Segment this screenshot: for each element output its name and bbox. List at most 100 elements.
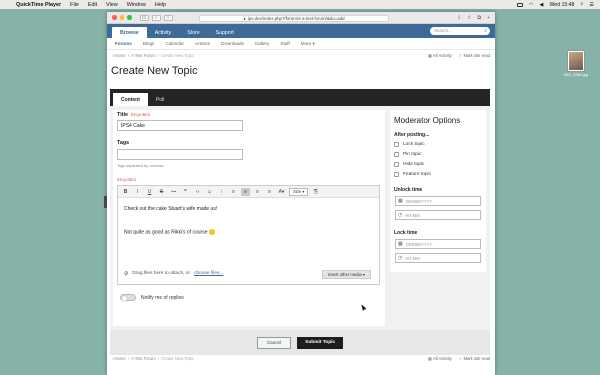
site-tab-support[interactable]: Support (208, 27, 242, 38)
notify-replies-row: Notify me of replies (120, 294, 184, 301)
search-icon[interactable]: ⌕ (580, 1, 583, 8)
bold-icon[interactable]: B (121, 188, 130, 196)
site-tab-store[interactable]: Store (179, 27, 207, 38)
breadcrumb-home[interactable]: Home (115, 356, 126, 361)
battery-icon[interactable] (516, 2, 523, 7)
lock-time-input[interactable]: ◷ HH:MM (395, 253, 481, 263)
wifi-icon[interactable]: ◠ (529, 2, 534, 8)
all-activity-link[interactable]: ▦ All Activity (428, 53, 452, 58)
breadcrumb-forum[interactable]: A Test Forum (131, 356, 156, 361)
pin-topic-option[interactable]: Pin topic (394, 152, 421, 157)
breadcrumb-forum[interactable]: A Test Forum (131, 53, 156, 58)
numbered-list-icon[interactable]: ≡ (229, 188, 238, 196)
insert-other-media-button[interactable]: Insert other media ▾ (321, 270, 371, 279)
after-posting-label: After posting... (394, 132, 430, 138)
cancel-button[interactable]: Cancel (256, 336, 292, 349)
site-tab-browse[interactable]: Browse (112, 27, 147, 38)
new-tab-icon[interactable]: + (487, 15, 490, 21)
lock-date-placeholder: DD/MM/YYYY (405, 241, 433, 247)
bulleted-list-icon[interactable]: ⁝ (217, 188, 226, 196)
breadcrumb-footer: ⌂ Home › A Test Forum › Create New Topic… (107, 353, 495, 364)
submit-topic-button[interactable]: Submit Topic (297, 336, 344, 349)
align-center-icon[interactable]: ≡ (253, 188, 262, 196)
clock-icon: ◷ (398, 255, 403, 261)
menubar-help[interactable]: Help (155, 2, 166, 8)
subnav-articles[interactable]: Articles (195, 41, 210, 46)
subnav-forums[interactable]: Forums (115, 41, 132, 46)
subnav-blogs[interactable]: Blogs (143, 41, 155, 46)
align-left-icon[interactable]: ≡ (241, 187, 250, 196)
underline-icon[interactable]: U (145, 188, 154, 196)
italic-icon[interactable]: I (133, 188, 142, 196)
tags-hint: Tags separated by commas. (117, 164, 165, 168)
source-icon[interactable]: ⎘ (311, 188, 320, 196)
all-activity-link[interactable]: ▦ All Activity (428, 356, 452, 361)
menubar-app-name[interactable]: QuickTime Player (16, 2, 61, 8)
title-input[interactable]: IPS4 Cake (117, 120, 243, 131)
lock-topic-checkbox[interactable] (394, 142, 399, 147)
hide-topic-checkbox[interactable] (394, 162, 399, 167)
forward-button[interactable]: › (163, 14, 173, 21)
lock-icon: ● (243, 15, 246, 21)
wink-emoji-icon (208, 229, 215, 235)
tags-input[interactable] (117, 149, 243, 160)
menu-list-icon[interactable]: ☰ (589, 2, 594, 8)
pin-topic-checkbox[interactable] (394, 152, 399, 157)
menubar-file[interactable]: File (70, 2, 79, 8)
sidebar-icon[interactable]: ▭ (139, 14, 149, 21)
site-search-input[interactable]: Search... ⌕ (430, 26, 490, 35)
unlock-time-placeholder: HH:MM (405, 212, 420, 218)
page-title: Create New Topic (111, 65, 198, 77)
subnav-staff[interactable]: Staff (280, 41, 289, 46)
menubar-window[interactable]: Window (127, 2, 146, 8)
menubar-edit[interactable]: Edit (88, 2, 97, 8)
minimize-window-button[interactable] (119, 15, 124, 20)
feature-topic-option[interactable]: Feature topic (394, 172, 431, 177)
link-icon[interactable]: ⊶ (169, 188, 178, 196)
desktop-file[interactable]: IMG_3364.jpg (560, 51, 592, 77)
menubar-view[interactable]: View (106, 2, 118, 8)
notify-toggle[interactable] (120, 294, 136, 301)
text-color-icon[interactable]: A▾ (277, 188, 286, 196)
strikethrough-icon[interactable]: S (157, 188, 166, 196)
editor-content[interactable]: Check out the cake Stuart's wife made us… (118, 198, 379, 243)
subnav-more[interactable]: More ▾ (301, 41, 315, 47)
subnav-gallery[interactable]: Gallery (255, 41, 270, 46)
code-icon[interactable]: ‹› (193, 188, 202, 196)
quote-icon[interactable]: ❞ (181, 188, 190, 196)
emoji-icon[interactable]: ☺ (205, 188, 214, 196)
title-label-text: Title (117, 112, 128, 118)
mark-site-read-link[interactable]: ✓ Mark site read (459, 356, 490, 361)
mark-site-read-link[interactable]: ✓ Mark site read (459, 53, 490, 58)
menubar-clock[interactable]: Wed 15:48 (549, 2, 574, 8)
feature-topic-checkbox[interactable] (394, 172, 399, 177)
image-thumbnail (568, 51, 584, 71)
download-icon[interactable]: ⇩ (457, 15, 461, 21)
share-icon[interactable]: ⇪ (467, 15, 471, 21)
choose-files-link[interactable]: choose files... (194, 271, 223, 276)
close-window-button[interactable] (112, 15, 117, 20)
tabs-icon[interactable]: ⧉ (478, 15, 482, 21)
content-required-badge: REQUIRED (117, 178, 137, 182)
lock-topic-option[interactable]: Lock topic (394, 142, 425, 147)
unlock-date-input[interactable]: ▦ DD/MM/YYYY (395, 196, 481, 206)
subnav-calendar[interactable]: Calendar (165, 41, 184, 46)
lock-date-input[interactable]: ▦ DD/MM/YYYY (395, 239, 481, 249)
align-right-icon[interactable]: ≡ (265, 188, 274, 196)
breadcrumb-current: Create New Topic (161, 356, 195, 361)
hide-topic-option[interactable]: Hide topic (394, 162, 424, 167)
unlock-time-input[interactable]: ◷ HH:MM (395, 210, 481, 220)
attachment-area[interactable]: ⌀ Drag files here to attach, or choose f… (123, 269, 224, 277)
breadcrumb-home[interactable]: Home (115, 53, 126, 58)
search-icon[interactable]: ⌕ (484, 28, 487, 34)
tab-poll[interactable]: Poll (148, 93, 172, 106)
all-activity-label: All Activity (432, 53, 452, 58)
volume-icon[interactable]: ◀ (539, 2, 543, 8)
subnav-downloads[interactable]: Downloads (221, 41, 244, 46)
site-tab-activity[interactable]: Activity (147, 27, 179, 38)
zoom-window-button[interactable] (127, 15, 132, 20)
back-button[interactable]: ‹ (151, 14, 161, 21)
font-size-select[interactable]: Size ▾ (289, 187, 309, 196)
tab-content[interactable]: Content (113, 93, 148, 106)
address-bar[interactable]: ● ips.dev/index.php?/forum/2-a-test-foru… (199, 14, 389, 22)
